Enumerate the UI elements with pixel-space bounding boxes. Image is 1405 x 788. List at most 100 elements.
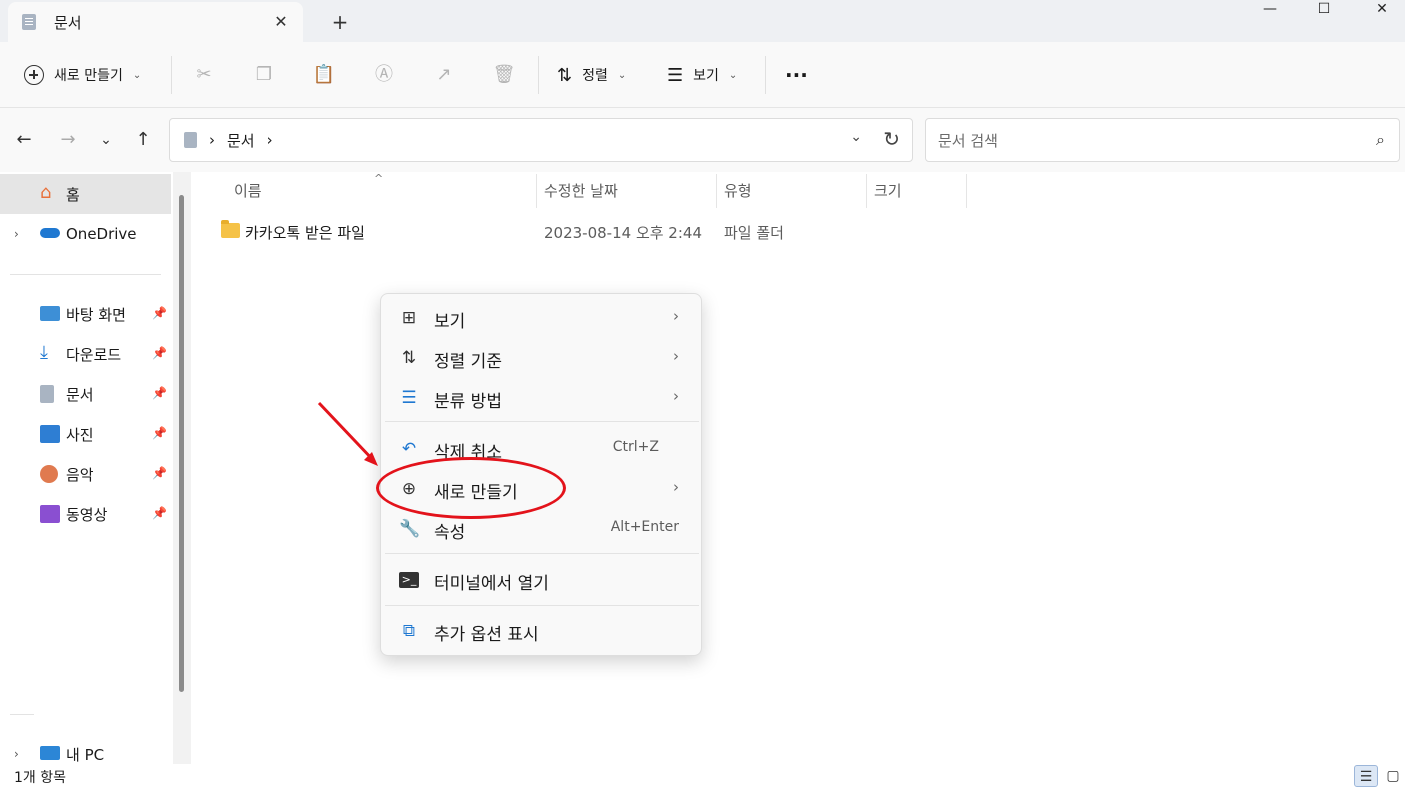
menu-shortcut: Alt+Enter [610, 519, 679, 535]
expand-chevron-icon[interactable]: › [14, 747, 19, 761]
tiles-view-button[interactable]: ▢ [1381, 765, 1405, 787]
forward-arrow-icon[interactable]: → [56, 128, 80, 152]
file-date: 2023-08-14 오후 2:44 [544, 224, 702, 242]
sidebar-item-home[interactable]: ⌂ 홈 [0, 174, 171, 214]
breadcrumb-separator: › [266, 131, 273, 149]
more-options-button[interactable]: ··· [785, 42, 808, 108]
chevron-down-icon: ⌄ [728, 69, 738, 81]
close-window-button[interactable]: ✕ [1359, 0, 1405, 22]
annotation-arrow [317, 401, 378, 466]
sidebar-item-pictures[interactable]: 사진 📌 [0, 414, 171, 454]
folder-icon [221, 220, 240, 238]
pin-icon[interactable]: 📌 [152, 426, 167, 440]
pin-icon[interactable]: 📌 [152, 386, 167, 400]
download-icon: ⤓ [40, 342, 48, 363]
menu-item-open-in-terminal[interactable]: >_ 터미널에서 열기 [385, 560, 699, 598]
tab-title: 문서 [54, 13, 82, 32]
documents-icon [22, 14, 36, 30]
sidebar-item-label: 홈 [66, 185, 80, 204]
address-bar[interactable]: › 문서 › ⌄ ↻ [169, 118, 913, 162]
chevron-down-icon: ⌄ [132, 69, 142, 81]
column-header-name[interactable]: 이름 [234, 180, 262, 201]
pin-icon[interactable]: 📌 [152, 506, 167, 520]
sidebar-item-onedrive[interactable]: › OneDrive [0, 214, 171, 254]
menu-item-sort-by[interactable]: ⇅ 정렬 기준 › [385, 338, 699, 376]
sidebar-item-label: OneDrive [66, 225, 137, 243]
details-view-button[interactable]: ☰ [1354, 765, 1378, 787]
paste-icon[interactable]: 📋 [311, 62, 337, 88]
music-icon [40, 465, 58, 483]
sidebar-item-downloads[interactable]: ⤓ 다운로드 📌 [0, 334, 171, 374]
pin-icon[interactable]: 📌 [152, 466, 167, 480]
submenu-chevron-icon: › [673, 478, 679, 496]
tab-documents[interactable]: 문서 ✕ [8, 2, 303, 42]
onedrive-icon [40, 228, 60, 238]
file-type: 파일 폴더 [724, 224, 784, 242]
documents-icon [40, 385, 54, 403]
undo-icon: ↶ [401, 439, 417, 459]
new-tab-button[interactable]: + [328, 10, 352, 34]
sidebar-item-music[interactable]: 음악 📌 [0, 454, 171, 494]
view-icon: ☰ [667, 64, 684, 86]
new-button-label: 새로 만들기 [54, 68, 123, 84]
sort-button[interactable]: ⇅ 정렬 ⌄ [557, 42, 626, 108]
menu-shortcut: Ctrl+Z [612, 439, 659, 455]
recent-chevron-icon[interactable]: ⌄ [94, 128, 118, 152]
menu-item-view[interactable]: ⊞ 보기 › [385, 298, 699, 336]
column-header-date[interactable]: 수정한 날짜 [544, 180, 618, 201]
sidebar-item-label: 다운로드 [66, 345, 122, 364]
menu-item-label: 분류 방법 [434, 392, 502, 412]
view-button-label: 보기 [693, 68, 719, 84]
item-count: 1개 항목 [14, 770, 66, 786]
sidebar-item-documents[interactable]: 문서 📌 [0, 374, 171, 414]
file-name: 카카오톡 받은 파일 [245, 224, 365, 242]
sidebar-item-label: 동영상 [66, 505, 108, 524]
submenu-chevron-icon: › [673, 307, 679, 325]
sidebar-item-desktop[interactable]: 바탕 화면 📌 [0, 294, 171, 334]
search-icon: ⌕ [1376, 130, 1385, 149]
menu-item-show-more-options[interactable]: ⧉ 추가 옵션 표시 [385, 611, 699, 649]
search-input[interactable]: 문서 검색 ⌕ [925, 118, 1400, 162]
view-button[interactable]: ☰ 보기 ⌄ [667, 42, 737, 108]
sidebar-scroll-thumb[interactable] [179, 195, 184, 692]
column-header-type[interactable]: 유형 [724, 180, 752, 201]
delete-icon[interactable]: 🗑 [491, 62, 517, 88]
navigation-bar: ← → ⌄ ↑ › 문서 › ⌄ ↻ 문서 검색 ⌕ [0, 108, 1405, 172]
rename-icon[interactable]: Ⓐ [371, 62, 397, 88]
menu-item-group-by[interactable]: ☰ 분류 방법 › [385, 378, 699, 416]
up-arrow-icon[interactable]: ↑ [131, 128, 155, 152]
cut-icon[interactable]: ✂ [191, 62, 217, 88]
pin-icon[interactable]: 📌 [152, 306, 167, 320]
refresh-icon[interactable]: ↻ [883, 127, 900, 151]
documents-icon [184, 132, 197, 148]
tab-close-button[interactable]: ✕ [271, 12, 291, 32]
grid-icon: ⊞ [401, 308, 417, 328]
minimize-button[interactable]: — [1247, 0, 1293, 22]
share-icon[interactable]: ↗ [431, 62, 457, 88]
wrench-icon: 🔧 [399, 519, 421, 539]
more-options-icon: ⧉ [402, 621, 416, 641]
table-row[interactable]: 카카오톡 받은 파일 2023-08-14 오후 2:44 파일 폴더 [211, 214, 801, 250]
sidebar-item-label: 바탕 화면 [66, 305, 126, 324]
title-bar: 문서 ✕ + — ☐ ✕ [0, 0, 1405, 42]
breadcrumb-documents[interactable]: 문서 [227, 130, 255, 151]
search-placeholder: 문서 검색 [938, 131, 998, 150]
navigation-pane: ⌂ 홈 › OneDrive 바탕 화면 📌 ⤓ 다운로드 📌 문서 📌 사진 … [0, 172, 190, 764]
new-button[interactable]: 새로 만들기 ⌄ [24, 42, 141, 108]
maximize-button[interactable]: ☐ [1301, 0, 1347, 22]
expand-chevron-icon[interactable]: › [14, 227, 19, 241]
chevron-down-icon: ⌄ [617, 69, 627, 81]
sort-button-label: 정렬 [582, 68, 608, 84]
sidebar-item-label: 문서 [66, 385, 94, 404]
sidebar-item-label: 사진 [66, 425, 94, 444]
add-icon [24, 65, 44, 85]
pin-icon[interactable]: 📌 [152, 346, 167, 360]
home-icon: ⌂ [40, 182, 52, 203]
copy-icon[interactable]: ❐ [251, 62, 277, 88]
command-bar: 새로 만들기 ⌄ ✂ ❐ 📋 Ⓐ ↗ 🗑 ⇅ 정렬 ⌄ ☰ 보기 ⌄ ··· [0, 42, 1405, 108]
column-header-size[interactable]: 크기 [874, 180, 902, 201]
sidebar-item-videos[interactable]: 동영상 📌 [0, 494, 171, 534]
menu-item-label: 정렬 기준 [434, 352, 502, 372]
back-arrow-icon[interactable]: ← [12, 128, 36, 152]
address-dropdown-icon[interactable]: ⌄ [850, 129, 862, 145]
